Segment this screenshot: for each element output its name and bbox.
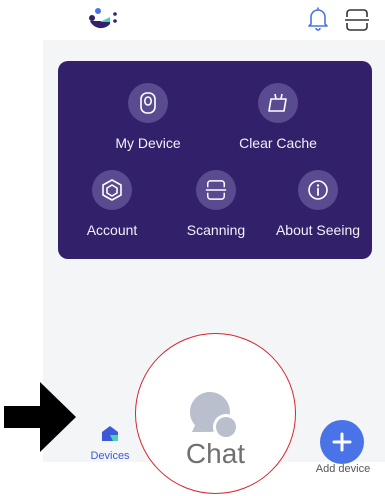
nav-devices-label: Devices (90, 450, 130, 462)
hexagon-icon-circle (92, 170, 132, 210)
home-icon (102, 426, 118, 441)
top-bar (0, 0, 385, 40)
device-icon (140, 92, 156, 114)
tile-label: Clear Cache (239, 135, 317, 151)
quick-actions-card: My Device Clear Cache Account Scanning A… (58, 61, 372, 259)
chat-highlight-circle: Chat (135, 333, 296, 494)
broom-icon (268, 93, 287, 112)
scan-icon (205, 180, 227, 200)
tile-label: Scanning (186, 222, 246, 238)
scan-icon[interactable] (345, 9, 369, 31)
device-icon-circle (128, 83, 168, 123)
hexagon-icon (102, 179, 122, 201)
tile-label: About Seeing (275, 222, 361, 238)
scanning-tile[interactable]: Scanning (176, 170, 256, 238)
chat-bubble-icon (190, 392, 239, 440)
info-icon-circle (298, 170, 338, 210)
about-seeing-tile[interactable]: About Seeing (272, 170, 364, 238)
tile-label: My Device (115, 135, 181, 151)
bell-icon[interactable] (306, 6, 330, 32)
add-device-button[interactable] (320, 420, 364, 464)
plus-icon (332, 432, 352, 452)
clear-cache-tile[interactable]: Clear Cache (233, 83, 323, 151)
info-icon (308, 180, 328, 200)
nav-chat-label[interactable]: Chat (136, 438, 295, 470)
app-logo-icon[interactable] (88, 4, 118, 34)
tile-label: Account (86, 222, 138, 238)
nav-devices[interactable]: Devices (86, 424, 134, 462)
account-tile[interactable]: Account (72, 170, 152, 238)
broom-icon-circle (258, 83, 298, 123)
my-device-tile[interactable]: My Device (108, 83, 188, 151)
scan-icon-circle (196, 170, 236, 210)
add-device-label: Add device (315, 463, 371, 475)
annotation-arrow-icon (4, 382, 76, 452)
